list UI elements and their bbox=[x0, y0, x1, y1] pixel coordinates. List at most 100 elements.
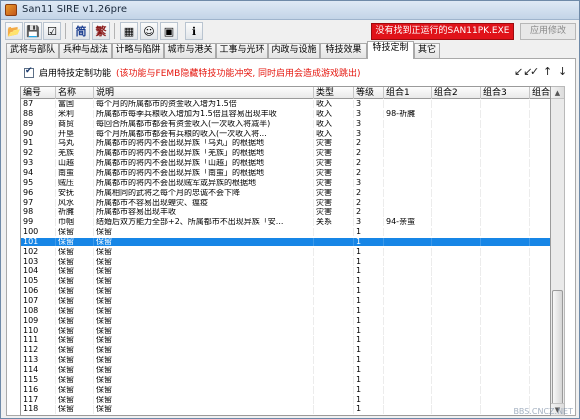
column-header[interactable]: 组合3 bbox=[481, 87, 530, 99]
scrollbar-thumb[interactable] bbox=[552, 290, 563, 405]
settings-sheet-icon[interactable]: ☑ bbox=[43, 22, 61, 40]
tab-0[interactable]: 武将与部队 bbox=[6, 43, 59, 58]
table-row[interactable]: 92 羌族 所属都市的将内不会出现异族「羌族」的根据地 灾害 2 bbox=[21, 149, 550, 158]
table-cell bbox=[481, 395, 530, 404]
floppy-icon[interactable]: ▣ bbox=[160, 22, 178, 40]
table-row[interactable]: 91 乌丸 所属都市的将内不会出现异族「乌丸」的根据地 灾害 2 bbox=[21, 139, 550, 148]
table-cell bbox=[481, 346, 530, 355]
table-row[interactable]: 105 保留 保留 1 bbox=[21, 277, 550, 286]
table-cell: 保留 bbox=[56, 237, 94, 247]
open-folder-icon[interactable]: 📂 bbox=[5, 22, 23, 40]
table-cell bbox=[432, 287, 481, 296]
traditional-chinese-button[interactable]: 繁 bbox=[92, 22, 110, 40]
window-title: San11 SIRE v1.26pre bbox=[22, 4, 128, 15]
character-face-icon[interactable]: ☺ bbox=[140, 22, 158, 40]
table-cell bbox=[314, 356, 354, 365]
table-cell bbox=[384, 208, 432, 217]
table-row[interactable]: 93 山越 所属都市的将内不会出现异族「山越」的根据地 灾害 2 bbox=[21, 159, 550, 168]
table-cell bbox=[384, 405, 432, 414]
column-header[interactable]: 编号 bbox=[21, 87, 56, 99]
table-row[interactable]: 99 巾帼 结婚后双方能力全部+2、所属都市不出现异族「安... 关系 3 94-亲蛮 bbox=[21, 218, 550, 227]
table-cell bbox=[481, 356, 530, 365]
table-row[interactable]: 98 祈臃 所属都市容易出现丰收 灾害 2 bbox=[21, 208, 550, 217]
column-header[interactable]: 组合1 bbox=[384, 87, 432, 99]
check-all-icon[interactable]: ✓ bbox=[530, 65, 539, 79]
move-up-icon[interactable]: ↑ bbox=[543, 65, 552, 79]
table-cell: 所属都市每季兵粮收入增加为1.5倍且容易出现丰收 bbox=[94, 109, 314, 119]
custom-skills-panel: ✔ 启用特技定制功能 (该功能与FEMB隐藏特技功能冲突, 同时启用会造成游戏跳… bbox=[6, 58, 576, 416]
apply-changes-button[interactable]: 应用修改 bbox=[520, 23, 576, 40]
table-row[interactable]: 116 保留 保留 1 bbox=[21, 385, 550, 394]
table-cell: 92 bbox=[21, 149, 56, 158]
table-row[interactable]: 113 保留 保留 1 bbox=[21, 356, 550, 365]
table-cell bbox=[530, 218, 550, 226]
table-cell: 90 bbox=[21, 129, 56, 138]
grid-icon[interactable]: ▦ bbox=[120, 22, 138, 40]
table-row[interactable]: 95 贼压 所属都市的将内不会出现贼军或异族的根据地 灾害 3 bbox=[21, 178, 550, 187]
table-row[interactable]: 90 开垦 每个月所属都市都会有兵粮的收入(一次收入将... 收入 3 bbox=[21, 129, 550, 138]
tab-2[interactable]: 计略与陷阱 bbox=[112, 43, 164, 58]
table-row[interactable]: 101 保留 保留 1 bbox=[21, 237, 550, 247]
table-cell: 风水 bbox=[56, 198, 94, 207]
table-cell: 保留 bbox=[94, 306, 314, 316]
table-cell bbox=[481, 149, 530, 158]
table-cell bbox=[314, 247, 354, 256]
table-row[interactable]: 107 保留 保留 1 bbox=[21, 297, 550, 306]
table-row[interactable]: 97 风水 所属都市不容易出现蝗灾、瘟疫 灾害 2 bbox=[21, 198, 550, 207]
table-row[interactable]: 94 南蛮 所属都市的将内不会出现异族「南蛮」的根据地 灾害 2 bbox=[21, 168, 550, 178]
table-cell: 安抚 bbox=[56, 188, 94, 197]
table-cell bbox=[530, 376, 550, 384]
info-icon[interactable]: ℹ bbox=[185, 22, 203, 40]
table-cell: 1 bbox=[354, 356, 384, 365]
table-row[interactable]: 100 保留 保留 1 bbox=[21, 228, 550, 237]
enable-skill-custom-checkbox[interactable]: ✔ bbox=[24, 66, 34, 78]
table-row[interactable]: 109 保留 保留 1 bbox=[21, 316, 550, 325]
move-down-icon[interactable]: ↓ bbox=[558, 65, 567, 79]
column-header[interactable]: 组合4 bbox=[530, 87, 550, 99]
column-header[interactable]: 说明 bbox=[94, 87, 314, 99]
table-row[interactable]: 106 保留 保留 1 bbox=[21, 287, 550, 296]
table-cell: 灾害 bbox=[314, 139, 354, 148]
table-row[interactable]: 112 保留 保留 1 bbox=[21, 346, 550, 355]
column-header[interactable]: 等级 bbox=[354, 87, 384, 99]
tab-8[interactable]: 其它 bbox=[414, 43, 440, 58]
table-header: 编号名称说明类型等级组合1组合2组合3组合4 bbox=[21, 87, 550, 99]
scroll-up-icon[interactable]: ▲ bbox=[551, 87, 564, 99]
table-cell: 99 bbox=[21, 218, 56, 227]
table-row[interactable]: 111 保留 保留 1 bbox=[21, 336, 550, 345]
table-cell bbox=[314, 316, 354, 325]
vertical-scrollbar[interactable]: ▲ ▼ bbox=[551, 86, 565, 416]
table-row[interactable]: 89 商贸 每回合所属都市都会有资金收入(一次收入将减半) 收入 3 bbox=[21, 119, 550, 128]
tab-7[interactable]: 特技定制 bbox=[367, 41, 414, 59]
table-cell: 1 bbox=[354, 257, 384, 266]
simplified-chinese-button[interactable]: 简 bbox=[72, 22, 90, 40]
table-cell: 保留 bbox=[94, 277, 314, 286]
table-cell bbox=[481, 139, 530, 148]
tab-3[interactable]: 城市与港关 bbox=[164, 43, 216, 58]
table-row[interactable]: 102 保留 保留 1 bbox=[21, 247, 550, 256]
table-cell bbox=[530, 258, 550, 266]
table-row[interactable]: 104 保留 保留 1 bbox=[21, 267, 550, 276]
table-row[interactable]: 115 保留 保留 1 bbox=[21, 375, 550, 384]
table-row[interactable]: 103 保留 保留 1 bbox=[21, 257, 550, 266]
table-cell bbox=[384, 129, 432, 138]
table-row[interactable]: 108 保留 保留 1 bbox=[21, 306, 550, 316]
table-cell: 保留 bbox=[94, 375, 314, 384]
table-row[interactable]: 117 保留 保留 1 bbox=[21, 395, 550, 404]
tab-6[interactable]: 特技效果 bbox=[320, 43, 367, 58]
table-row[interactable]: 118 保留 保留 1 bbox=[21, 405, 550, 414]
tab-1[interactable]: 兵种与战法 bbox=[59, 43, 112, 58]
table-row[interactable]: 87 富国 每个月的所属都市的资金收入增为1.5倍 收入 3 bbox=[21, 100, 550, 109]
table-cell: 118 bbox=[21, 405, 56, 414]
save-disk-icon[interactable]: 💾 bbox=[24, 22, 42, 40]
table-row[interactable]: 110 保留 保留 1 bbox=[21, 326, 550, 335]
table-row[interactable]: 114 保留 保留 1 bbox=[21, 365, 550, 375]
column-header[interactable]: 组合2 bbox=[432, 87, 481, 99]
table-row[interactable]: 88 米利 所属都市每季兵粮收入增加为1.5倍且容易出现丰收 收入 3 98-祈臃 bbox=[21, 109, 550, 119]
table-row[interactable]: 96 安抚 所属相同的武将之每个月的忠诚不会下降 灾害 2 bbox=[21, 188, 550, 197]
tab-4[interactable]: 工事与光环 bbox=[216, 43, 268, 58]
tab-5[interactable]: 内政与设施 bbox=[268, 43, 320, 58]
column-header[interactable]: 类型 bbox=[314, 87, 354, 99]
column-header[interactable]: 名称 bbox=[56, 87, 94, 99]
table-cell: 1 bbox=[354, 287, 384, 296]
